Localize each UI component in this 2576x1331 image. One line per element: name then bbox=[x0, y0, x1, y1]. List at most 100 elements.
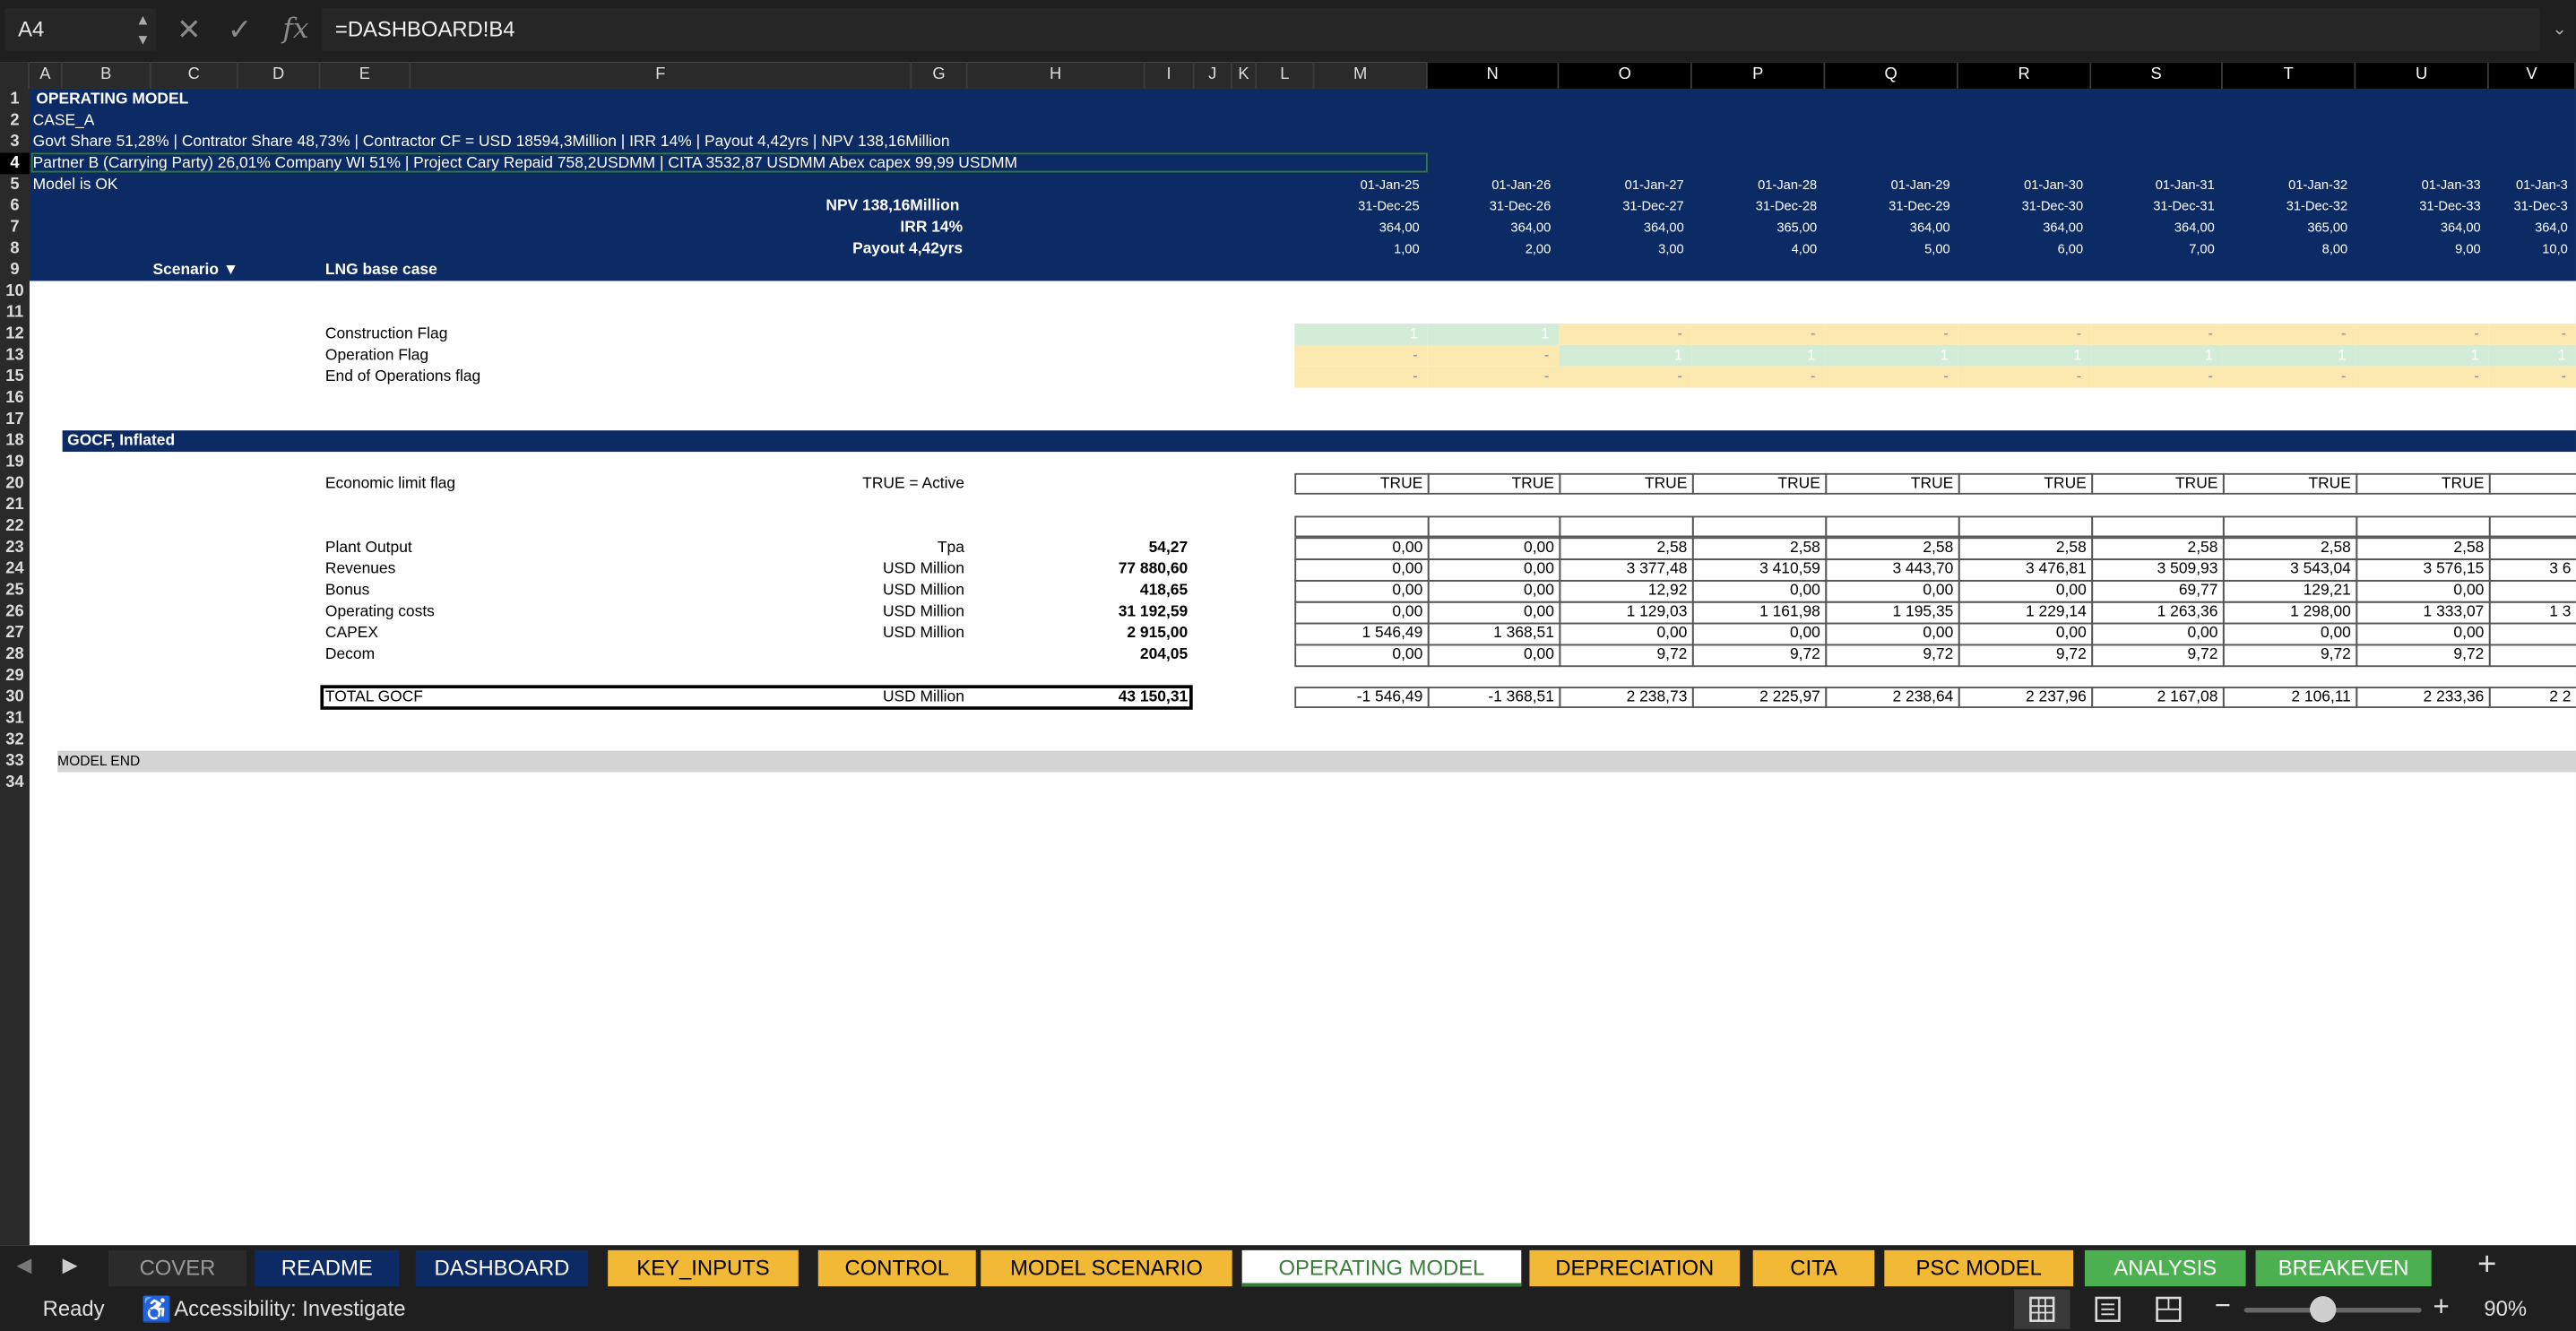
tab-readme[interactable]: README bbox=[255, 1249, 400, 1287]
row-header-10[interactable]: 10 bbox=[0, 281, 30, 302]
spreadsheet-grid[interactable]: ABCDEFGHIJKLMNOPQRSTUV 1 2 3 4 5 6 7 8 9 10 11 12 13… bbox=[0, 62, 2576, 1246]
add-sheet-icon[interactable]: + bbox=[2477, 1247, 2496, 1284]
tab-psc-model[interactable]: PSC MODEL bbox=[1884, 1249, 2074, 1287]
tab-breakeven[interactable]: BREAKEVEN bbox=[2255, 1249, 2432, 1287]
partner-line[interactable]: Partner B (Carrying Party) 26,01% Compan… bbox=[33, 152, 1017, 174]
tab-dashboard[interactable]: DASHBOARD bbox=[415, 1249, 589, 1287]
column-header-r[interactable]: R bbox=[1958, 62, 2092, 89]
row-header-33[interactable]: 33 bbox=[0, 751, 30, 773]
column-header-d[interactable]: D bbox=[238, 62, 321, 89]
empty-cell[interactable] bbox=[2356, 515, 2491, 538]
row-header-29[interactable]: 29 bbox=[0, 665, 30, 687]
select-all-corner[interactable] bbox=[0, 62, 30, 89]
column-header-q[interactable]: Q bbox=[1825, 62, 1958, 89]
zoom-slider-thumb[interactable] bbox=[2310, 1296, 2337, 1323]
row-header-21[interactable]: 21 bbox=[0, 495, 30, 516]
empty-cell[interactable] bbox=[1294, 515, 1430, 538]
row-header-18[interactable]: 18 bbox=[0, 430, 30, 452]
economic-limit-cell[interactable] bbox=[2488, 472, 2576, 495]
tab-cita[interactable]: CITA bbox=[1752, 1249, 1875, 1287]
tab-key-inputs[interactable]: KEY_INPUTS bbox=[608, 1249, 799, 1287]
row-header-6[interactable]: 6 bbox=[0, 195, 30, 217]
empty-cell[interactable] bbox=[1559, 515, 1694, 538]
page-break-button[interactable] bbox=[2144, 1290, 2193, 1329]
table-cell[interactable] bbox=[2488, 644, 2576, 668]
empty-cell[interactable] bbox=[2222, 515, 2358, 538]
table-cell[interactable] bbox=[2488, 580, 2576, 603]
row-header-12[interactable]: 12 bbox=[0, 324, 30, 345]
normal-view-button[interactable] bbox=[2014, 1289, 2070, 1329]
chevron-right-icon[interactable]: ▶ bbox=[63, 1254, 78, 1277]
column-header-e[interactable]: E bbox=[320, 62, 411, 89]
empty-cell[interactable] bbox=[1691, 515, 1828, 538]
column-header-c[interactable]: C bbox=[151, 62, 238, 89]
row-header-1[interactable]: 1 bbox=[0, 89, 30, 110]
zoom-level[interactable]: 90% bbox=[2484, 1296, 2527, 1320]
table-cell[interactable] bbox=[2488, 537, 2576, 561]
column-header-a[interactable]: A bbox=[30, 62, 63, 89]
column-header-k[interactable]: K bbox=[1232, 62, 1258, 89]
row-header-11[interactable]: 11 bbox=[0, 302, 30, 324]
scenario-dropdown-label[interactable]: Scenario ▼ bbox=[152, 260, 238, 281]
column-header-v[interactable]: V bbox=[2488, 62, 2576, 89]
name-box-stepper-icon[interactable]: ▲ ▼ bbox=[132, 10, 155, 49]
tab-analysis[interactable]: ANALYSIS bbox=[2084, 1249, 2246, 1287]
column-header-b[interactable]: B bbox=[63, 62, 151, 89]
tab-model-scenario[interactable]: MODEL SCENARIO bbox=[981, 1249, 1232, 1287]
column-header-h[interactable]: H bbox=[968, 62, 1145, 89]
row-header-24[interactable]: 24 bbox=[0, 558, 30, 580]
column-header-u[interactable]: U bbox=[2356, 62, 2489, 89]
tab-operating-model[interactable]: OPERATING MODEL bbox=[1241, 1249, 1522, 1287]
fx-icon[interactable]: fx bbox=[280, 13, 313, 47]
tab-depreciation[interactable]: DEPRECIATION bbox=[1529, 1249, 1741, 1287]
row-header-34[interactable]: 34 bbox=[0, 772, 30, 793]
column-header-g[interactable]: G bbox=[912, 62, 968, 89]
row-header-3[interactable]: 3 bbox=[0, 132, 30, 153]
row-header-13[interactable]: 13 bbox=[0, 345, 30, 367]
x-icon[interactable]: ✕ bbox=[172, 13, 205, 47]
row-header-16[interactable]: 16 bbox=[0, 388, 30, 410]
zoom-out-icon[interactable]: − bbox=[2215, 1290, 2231, 1323]
page-layout-button[interactable] bbox=[2083, 1290, 2132, 1329]
row-header-30[interactable]: 30 bbox=[0, 687, 30, 708]
row-header-2[interactable]: 2 bbox=[0, 110, 30, 132]
chevron-left-icon[interactable]: ◀ bbox=[16, 1254, 31, 1277]
row-header-25[interactable]: 25 bbox=[0, 580, 30, 601]
empty-cell[interactable] bbox=[2091, 515, 2225, 538]
row-header-7[interactable]: 7 bbox=[0, 217, 30, 238]
empty-cell[interactable] bbox=[1958, 515, 2094, 538]
row-header-22[interactable]: 22 bbox=[0, 516, 30, 538]
row-header-15[interactable]: 15 bbox=[0, 367, 30, 388]
formula-input[interactable]: =DASHBOARD!B4 bbox=[322, 8, 2540, 51]
tab-control[interactable]: CONTROL bbox=[817, 1249, 976, 1287]
row-header-20[interactable]: 20 bbox=[0, 473, 30, 495]
row-header-23[interactable]: 23 bbox=[0, 537, 30, 558]
column-header-f[interactable]: F bbox=[411, 62, 912, 89]
row-header-32[interactable]: 32 bbox=[0, 730, 30, 751]
accessibility-status[interactable]: Accessibility: Investigate bbox=[174, 1296, 405, 1320]
row-header-31[interactable]: 31 bbox=[0, 708, 30, 730]
row-header-19[interactable]: 19 bbox=[0, 452, 30, 473]
zoom-in-icon[interactable]: + bbox=[2433, 1292, 2450, 1325]
accessibility-icon[interactable]: ♿ bbox=[142, 1294, 172, 1324]
row-header-9[interactable]: 9 bbox=[0, 260, 30, 281]
empty-cell[interactable] bbox=[2488, 515, 2576, 538]
empty-cell[interactable] bbox=[1427, 515, 1561, 538]
row-header-8[interactable]: 8 bbox=[0, 238, 30, 260]
row-header-28[interactable]: 28 bbox=[0, 644, 30, 665]
check-icon[interactable]: ✓ bbox=[223, 13, 256, 47]
chevron-down-icon[interactable]: ⌄ bbox=[2546, 13, 2572, 47]
row-header-4[interactable]: 4 bbox=[0, 152, 30, 175]
column-header-n[interactable]: N bbox=[1427, 62, 1560, 89]
column-header-t[interactable]: T bbox=[2222, 62, 2356, 89]
column-header-m[interactable]: M bbox=[1294, 62, 1428, 89]
row-header-26[interactable]: 26 bbox=[0, 601, 30, 623]
column-header-o[interactable]: O bbox=[1559, 62, 1692, 89]
column-header-s[interactable]: S bbox=[2091, 62, 2223, 89]
table-cell[interactable] bbox=[2488, 622, 2576, 646]
column-header-j[interactable]: J bbox=[1195, 62, 1232, 89]
empty-cell[interactable] bbox=[1825, 515, 1960, 538]
row-header-27[interactable]: 27 bbox=[0, 623, 30, 644]
row-header-5[interactable]: 5 bbox=[0, 174, 30, 195]
tab-cover[interactable]: COVER bbox=[108, 1249, 246, 1287]
